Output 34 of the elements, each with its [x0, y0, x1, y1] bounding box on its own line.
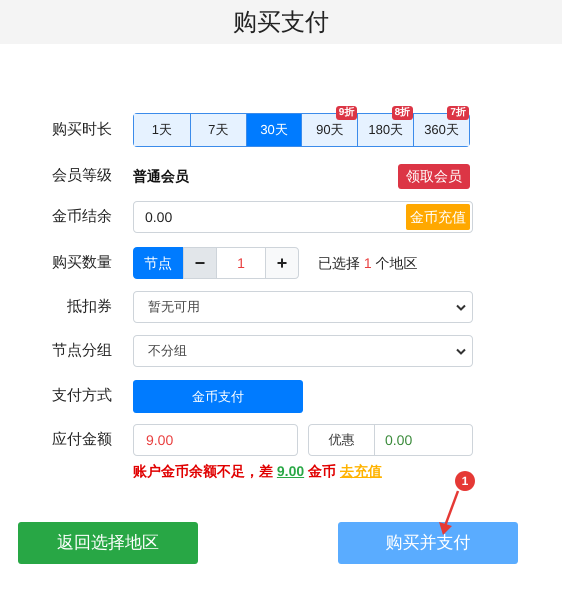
get-membership-button[interactable]: 领取会员 — [398, 164, 470, 188]
duration-tab[interactable]: 30天 — [246, 114, 302, 146]
discount-badge: 7折 — [447, 106, 469, 120]
discount-badge: 9折 — [336, 106, 358, 120]
select-value: 不分组 — [148, 342, 187, 360]
field-label: 金币结余 — [51, 206, 112, 227]
field-label: 节点分组 — [51, 340, 112, 361]
increase-button[interactable]: + — [265, 247, 299, 279]
member-level: 普通会员 — [133, 166, 189, 186]
coupon-select[interactable]: 暂无可用 — [133, 291, 473, 323]
coin-payment-button[interactable]: 金币支付 — [133, 380, 303, 413]
group-select[interactable]: 不分组 — [133, 335, 473, 367]
selection-note: 已选择 1 个地区 — [318, 254, 418, 272]
field-label: 会员等级 — [51, 166, 112, 186]
field-label: 购买时长 — [51, 120, 112, 140]
discount-badge: 8折 — [392, 106, 414, 120]
unit-label: 节点 — [133, 247, 183, 279]
amount-field[interactable]: 9.00 — [133, 424, 298, 456]
decrease-button[interactable]: − — [183, 247, 217, 279]
field-value: 0.00 — [145, 208, 172, 226]
chevron-down-icon — [456, 348, 466, 354]
field-label: 支付方式 — [51, 386, 112, 406]
annotation-badge: 1 — [455, 471, 475, 491]
annotation-arrow — [438, 490, 460, 536]
select-value: 暂无可用 — [148, 298, 200, 316]
duration-tab[interactable]: 1天 — [134, 114, 190, 146]
page-title: 购买支付 — [233, 7, 329, 38]
duration-tab[interactable]: 7天 — [190, 114, 246, 146]
field-label: 应付金额 — [51, 430, 112, 450]
chevron-down-icon — [456, 304, 466, 310]
field-label: 抵扣券 — [66, 296, 112, 317]
field-label: 购买数量 — [51, 252, 112, 273]
coin-balance-field[interactable]: 0.00 金币充值 — [133, 201, 473, 233]
insufficient-balance-message: 账户金币余额不足，差 9.00 金币 去充值 — [133, 462, 382, 480]
